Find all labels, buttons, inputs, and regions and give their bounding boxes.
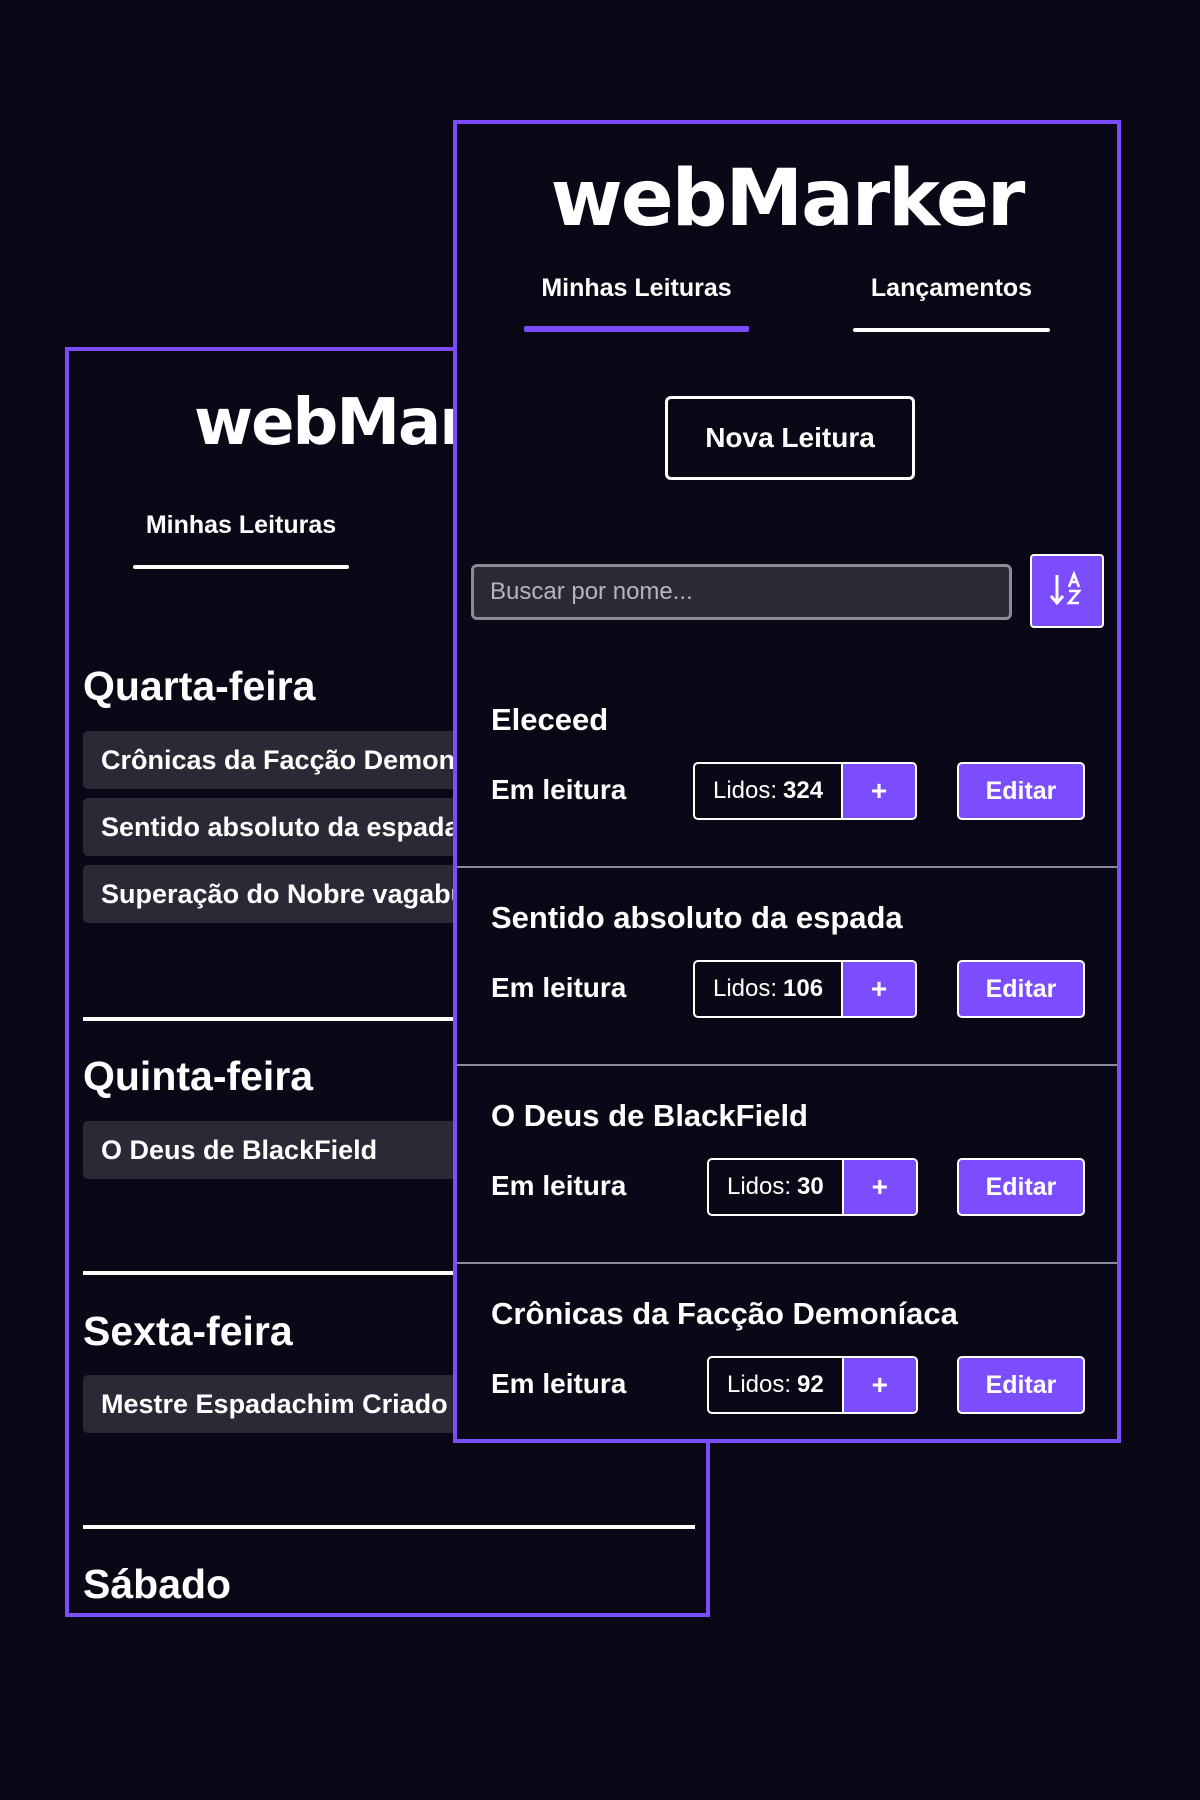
day-heading-quarta: Quarta-feira <box>83 663 316 709</box>
reading-title: O Deus de BlackField <box>491 1098 808 1133</box>
tab-underline <box>133 565 349 569</box>
reading-status: Em leitura <box>491 972 627 1003</box>
read-count-label: Lidos: 30 <box>709 1160 842 1214</box>
read-counter: Lidos: 106 + <box>693 960 918 1018</box>
read-count: 324 <box>783 777 824 804</box>
tab-minhas-leituras[interactable]: Minhas Leituras <box>133 511 349 569</box>
read-count-label: Lidos: 92 <box>709 1358 842 1412</box>
read-counter: Lidos: 324 + <box>693 762 918 820</box>
tab-underline <box>853 328 1050 332</box>
day-heading-sabado: Sábado <box>83 1561 232 1607</box>
sort-alpha-icon <box>1047 569 1087 614</box>
increment-button[interactable]: + <box>841 962 916 1016</box>
tab-label: Minhas Leituras <box>541 274 732 302</box>
reading-status: Em leitura <box>491 1368 627 1399</box>
reading-status: Em leitura <box>491 774 627 805</box>
increment-button[interactable]: + <box>841 1358 916 1412</box>
read-counter: Lidos: 92 + <box>707 1356 918 1414</box>
day-heading-sexta: Sexta-feira <box>83 1308 293 1354</box>
search-input[interactable]: Buscar por nome... <box>471 564 1012 620</box>
reading-title: Sentido absoluto da espada <box>491 900 903 935</box>
read-label: Lidos: <box>727 1173 792 1200</box>
reading-title: Crônicas da Facção Demoníaca <box>491 1296 958 1331</box>
day-heading-quinta: Quinta-feira <box>83 1053 314 1099</box>
front-app-screen: webMarker Minhas Leituras Lançamentos No… <box>453 120 1121 1443</box>
read-count: 30 <box>797 1173 824 1200</box>
increment-button[interactable]: + <box>841 764 916 818</box>
tab-lancamentos[interactable]: Lançamentos <box>853 274 1050 332</box>
app-logo: webMarker <box>550 154 1026 244</box>
read-label: Lidos: <box>713 975 778 1002</box>
reading-card: Eleceed Em leitura Lidos: 324 + Editar <box>457 674 1117 868</box>
read-count: 106 <box>783 975 824 1002</box>
read-counter: Lidos: 30 + <box>707 1158 918 1216</box>
reading-card: Sentido absoluto da espada Em leitura Li… <box>457 872 1117 1066</box>
tab-minhas-leituras[interactable]: Minhas Leituras <box>524 274 749 332</box>
tab-label: Minhas Leituras <box>145 511 337 539</box>
tab-label: Lançamentos <box>870 274 1033 302</box>
read-count: 92 <box>797 1371 824 1398</box>
reading-card: Crônicas da Facção Demoníaca Em leitura … <box>457 1268 1117 1462</box>
divider <box>83 1525 695 1529</box>
edit-button[interactable]: Editar <box>957 1158 1085 1216</box>
reading-card: O Deus de BlackField Em leitura Lidos: 3… <box>457 1070 1117 1264</box>
new-reading-button[interactable]: Nova Leitura <box>665 396 915 480</box>
edit-button[interactable]: Editar <box>957 960 1085 1018</box>
increment-button[interactable]: + <box>841 1160 916 1214</box>
tab-underline-active <box>524 326 749 332</box>
reading-status: Em leitura <box>491 1170 627 1201</box>
read-label: Lidos: <box>713 777 778 804</box>
read-count-label: Lidos: 324 <box>695 764 841 818</box>
read-count-label: Lidos: 106 <box>695 962 841 1016</box>
read-label: Lidos: <box>727 1371 792 1398</box>
sort-button[interactable] <box>1030 554 1104 628</box>
edit-button[interactable]: Editar <box>957 762 1085 820</box>
edit-button[interactable]: Editar <box>957 1356 1085 1414</box>
reading-title: Eleceed <box>491 702 609 737</box>
